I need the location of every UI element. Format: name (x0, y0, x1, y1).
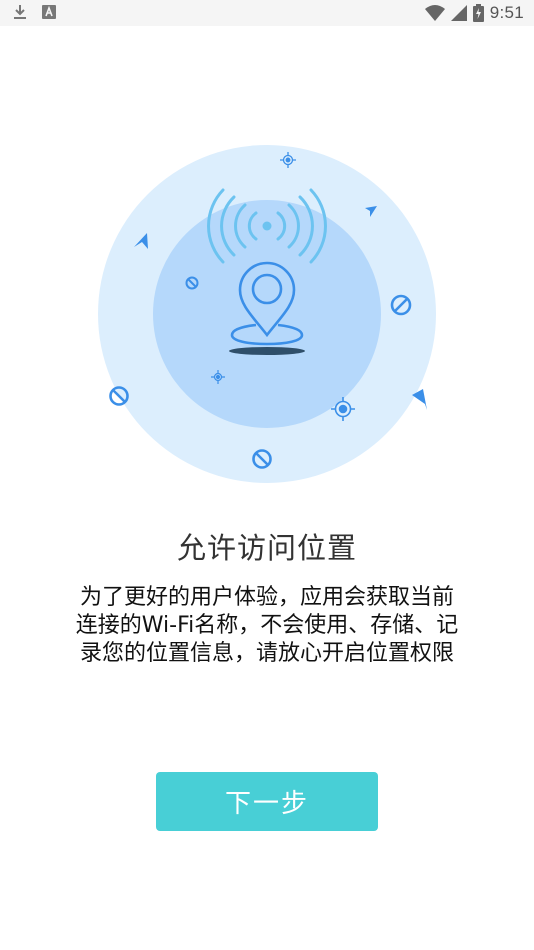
next-button[interactable]: 下一步 (156, 772, 378, 831)
wifi-icon (424, 5, 445, 21)
status-bar-right: 9:51 (424, 3, 524, 23)
status-bar-left (12, 4, 56, 20)
page-title: 允许访问位置 (176, 531, 357, 565)
status-time: 9:51 (489, 3, 524, 22)
status-bar: 9:51 (0, 0, 534, 26)
signal-icon (450, 5, 467, 21)
location-illustration (98, 145, 436, 483)
app-notification-icon (42, 5, 56, 19)
pin-shadow (229, 347, 305, 355)
battery-charging-icon (472, 4, 484, 22)
download-icon (14, 5, 26, 19)
permission-description: 为了更好的用户体验，应用会获取当前连接的Wi-Fi名称，不会使用、存储、记录您的… (75, 585, 459, 666)
inner-circle (153, 200, 381, 428)
